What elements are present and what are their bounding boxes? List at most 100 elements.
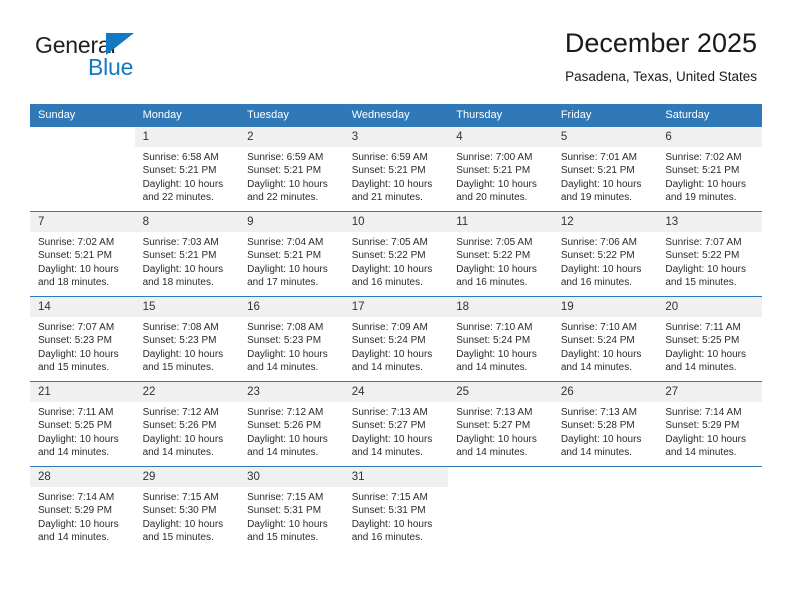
calendar-week-row: 21 Sunrise: 7:11 AM Sunset: 5:25 PM Dayligh… — [30, 381, 762, 467]
weekday-header-tuesday: Tuesday — [239, 104, 344, 127]
sunset-text: Sunset: 5:26 PM — [247, 420, 322, 432]
sunset-text: Sunset: 5:21 PM — [38, 250, 112, 262]
sunrise-text: Sunrise: 7:02 AM — [38, 237, 115, 248]
daylight-text: Daylight: 10 hours and 14 minutes. — [142, 433, 224, 458]
day-number: 29 — [134, 467, 240, 487]
sunrise-text: Sunrise: 7:15 AM — [351, 492, 428, 503]
calendar-day-cell[interactable]: 28 Sunrise: 7:14 AM Sunset: 5:29 PM Dayligh… — [30, 466, 135, 551]
sunset-text: Sunset: 5:21 PM — [247, 165, 322, 177]
day-number: 30 — [239, 467, 344, 487]
calendar-day-cell[interactable]: 2 Sunrise: 6:59 AM Sunset: 5:21 PM Daylight… — [239, 126, 344, 212]
location-subtitle: Pasadena, Texas, United States — [565, 69, 757, 84]
calendar-page: General Blue December 2025 Pasadena, Tex… — [0, 0, 792, 612]
day-cell-inner — [448, 467, 553, 551]
day-number: 8 — [134, 212, 240, 232]
calendar-day-cell[interactable]: 13 Sunrise: 7:07 AM Sunset: 5:22 PM Dayligh… — [657, 211, 762, 297]
sunrise-text: Sunrise: 6:59 AM — [247, 152, 324, 163]
day-number: 13 — [657, 212, 762, 232]
sunset-text: Sunset: 5:21 PM — [351, 165, 426, 177]
day-number — [30, 127, 135, 147]
daylight-text: Daylight: 10 hours and 19 minutes. — [665, 178, 746, 203]
day-number — [448, 467, 553, 487]
calendar-day-cell[interactable]: 27 Sunrise: 7:14 AM Sunset: 5:29 PM Dayligh… — [657, 381, 762, 467]
daylight-text: Daylight: 10 hours and 16 minutes. — [456, 263, 537, 288]
day-number: 20 — [657, 297, 762, 317]
day-number: 16 — [239, 297, 344, 317]
sunset-text: Sunset: 5:23 PM — [247, 335, 322, 347]
sunrise-text: Sunrise: 7:12 AM — [247, 407, 324, 418]
daylight-text: Daylight: 10 hours and 16 minutes. — [560, 263, 642, 288]
calendar-day-cell[interactable]: 22 Sunrise: 7:12 AM Sunset: 5:26 PM Dayligh… — [134, 381, 240, 467]
calendar-day-cell[interactable]: 26 Sunrise: 7:13 AM Sunset: 5:28 PM Dayligh… — [552, 381, 658, 467]
day-cell-inner: 23 Sunrise: 7:12 AM Sunset: 5:26 PM Dayligh… — [239, 382, 344, 466]
sunset-text: Sunset: 5:23 PM — [142, 335, 217, 347]
day-details: Sunrise: 7:15 AM Sunset: 5:31 PM Daylight:… — [239, 487, 344, 544]
calendar-day-cell[interactable]: 4 Sunrise: 7:00 AM Sunset: 5:21 PM Daylight… — [448, 126, 553, 212]
calendar-day-cell[interactable]: 19 Sunrise: 7:10 AM Sunset: 5:24 PM Dayligh… — [552, 296, 658, 382]
calendar-day-cell[interactable]: 24 Sunrise: 7:13 AM Sunset: 5:27 PM Dayligh… — [343, 381, 449, 467]
calendar-day-cell[interactable]: 8 Sunrise: 7:03 AM Sunset: 5:21 PM Daylight… — [134, 211, 240, 297]
sunrise-text: Sunrise: 7:04 AM — [247, 237, 324, 248]
calendar-day-cell[interactable]: 15 Sunrise: 7:08 AM Sunset: 5:23 PM Dayligh… — [134, 296, 240, 382]
calendar-day-cell[interactable]: 30 Sunrise: 7:15 AM Sunset: 5:31 PM Dayligh… — [239, 466, 344, 551]
day-cell-inner — [30, 127, 135, 211]
day-number: 9 — [239, 212, 344, 232]
calendar-day-cell[interactable]: 14 Sunrise: 7:07 AM Sunset: 5:23 PM Dayligh… — [30, 296, 135, 382]
day-number: 11 — [448, 212, 553, 232]
day-number: 4 — [448, 127, 553, 147]
calendar-day-cell[interactable]: 11 Sunrise: 7:05 AM Sunset: 5:22 PM Dayligh… — [448, 211, 553, 297]
daylight-text: Daylight: 10 hours and 14 minutes. — [38, 518, 119, 543]
sunset-text: Sunset: 5:21 PM — [665, 165, 740, 177]
sunset-text: Sunset: 5:21 PM — [247, 250, 322, 262]
calendar-day-cell[interactable]: 23 Sunrise: 7:12 AM Sunset: 5:26 PM Dayligh… — [239, 381, 344, 467]
day-cell-inner: 3 Sunrise: 6:59 AM Sunset: 5:21 PM Daylight… — [343, 127, 449, 211]
calendar-day-cell[interactable]: 16 Sunrise: 7:08 AM Sunset: 5:23 PM Dayligh… — [239, 296, 344, 382]
day-cell-inner: 10 Sunrise: 7:05 AM Sunset: 5:22 PM Dayligh… — [343, 212, 449, 296]
sunrise-text: Sunrise: 7:03 AM — [142, 237, 219, 248]
calendar-day-cell[interactable]: 29 Sunrise: 7:15 AM Sunset: 5:30 PM Dayligh… — [134, 466, 240, 551]
calendar-table: Sunday Monday Tuesday Wednesday Thursday… — [30, 104, 762, 551]
calendar-day-cell[interactable]: 25 Sunrise: 7:13 AM Sunset: 5:27 PM Dayligh… — [448, 381, 553, 467]
day-details: Sunrise: 7:05 AM Sunset: 5:22 PM Daylight:… — [344, 232, 449, 289]
day-details: Sunrise: 6:59 AM Sunset: 5:21 PM Daylight:… — [344, 147, 449, 204]
day-cell-inner — [657, 467, 762, 551]
calendar-day-cell[interactable]: 18 Sunrise: 7:10 AM Sunset: 5:24 PM Dayligh… — [448, 296, 553, 382]
calendar-day-cell[interactable]: 10 Sunrise: 7:05 AM Sunset: 5:22 PM Dayligh… — [343, 211, 449, 297]
day-cell-inner: 24 Sunrise: 7:13 AM Sunset: 5:27 PM Dayligh… — [343, 382, 449, 466]
day-cell-inner: 14 Sunrise: 7:07 AM Sunset: 5:23 PM Dayligh… — [30, 297, 135, 381]
calendar-day-cell[interactable]: 20 Sunrise: 7:11 AM Sunset: 5:25 PM Dayligh… — [657, 296, 762, 382]
daylight-text: Daylight: 10 hours and 15 minutes. — [665, 263, 746, 288]
day-details: Sunrise: 7:08 AM Sunset: 5:23 PM Daylight:… — [135, 317, 240, 374]
calendar-week-row: 7 Sunrise: 7:02 AM Sunset: 5:21 PM Daylight… — [30, 211, 762, 297]
calendar-day-cell[interactable]: 31 Sunrise: 7:15 AM Sunset: 5:31 PM Dayligh… — [343, 466, 449, 551]
sunset-text: Sunset: 5:21 PM — [142, 250, 217, 262]
day-number: 28 — [30, 467, 135, 487]
calendar-day-cell[interactable]: 7 Sunrise: 7:02 AM Sunset: 5:21 PM Daylight… — [30, 211, 135, 297]
day-details: Sunrise: 7:02 AM Sunset: 5:21 PM Daylight:… — [657, 147, 762, 204]
day-details: Sunrise: 7:10 AM Sunset: 5:24 PM Daylight:… — [448, 317, 553, 374]
calendar-day-cell[interactable]: 5 Sunrise: 7:01 AM Sunset: 5:21 PM Daylight… — [552, 126, 658, 212]
calendar-day-cell[interactable]: 12 Sunrise: 7:06 AM Sunset: 5:22 PM Dayligh… — [552, 211, 658, 297]
day-details: Sunrise: 7:10 AM Sunset: 5:24 PM Daylight:… — [553, 317, 658, 374]
calendar-day-cell[interactable]: 3 Sunrise: 6:59 AM Sunset: 5:21 PM Daylight… — [343, 126, 449, 212]
daylight-text: Daylight: 10 hours and 15 minutes. — [38, 348, 119, 373]
calendar-day-cell[interactable]: 1 Sunrise: 6:58 AM Sunset: 5:21 PM Daylight… — [134, 126, 240, 212]
day-details: Sunrise: 6:58 AM Sunset: 5:21 PM Daylight:… — [135, 147, 240, 204]
daylight-text: Daylight: 10 hours and 21 minutes. — [351, 178, 433, 203]
calendar-week-row: 1 Sunrise: 6:58 AM Sunset: 5:21 PM Daylight… — [30, 126, 762, 212]
day-cell-inner: 16 Sunrise: 7:08 AM Sunset: 5:23 PM Dayligh… — [239, 297, 344, 381]
calendar-day-cell[interactable]: 9 Sunrise: 7:04 AM Sunset: 5:21 PM Daylight… — [239, 211, 344, 297]
general-blue-logo[interactable]: General Blue — [35, 32, 245, 92]
calendar-week-row: 28 Sunrise: 7:14 AM Sunset: 5:29 PM Dayligh… — [30, 466, 762, 551]
day-details: Sunrise: 7:08 AM Sunset: 5:23 PM Daylight:… — [239, 317, 344, 374]
calendar-day-cell[interactable]: 17 Sunrise: 7:09 AM Sunset: 5:24 PM Dayligh… — [343, 296, 449, 382]
day-number: 23 — [239, 382, 344, 402]
day-number: 26 — [552, 382, 658, 402]
day-number: 25 — [448, 382, 553, 402]
day-details: Sunrise: 7:13 AM Sunset: 5:27 PM Daylight:… — [344, 402, 449, 459]
calendar-day-cell[interactable]: 6 Sunrise: 7:02 AM Sunset: 5:21 PM Daylight… — [657, 126, 762, 212]
calendar-day-cell[interactable]: 21 Sunrise: 7:11 AM Sunset: 5:25 PM Dayligh… — [30, 381, 135, 467]
daylight-text: Daylight: 10 hours and 18 minutes. — [38, 263, 119, 288]
calendar-day-cell-empty — [657, 466, 762, 551]
daylight-text: Daylight: 10 hours and 14 minutes. — [665, 348, 746, 373]
